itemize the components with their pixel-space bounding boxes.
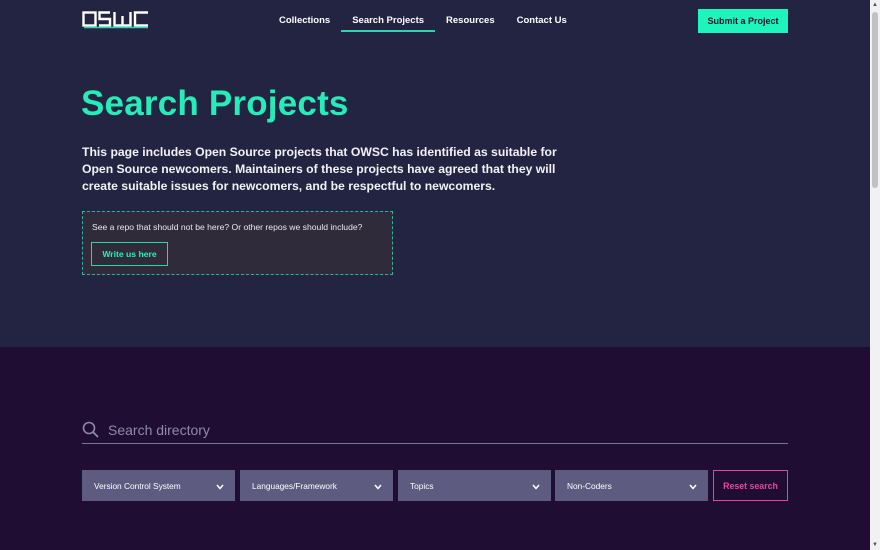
chevron-down-icon	[374, 482, 382, 492]
main-nav: Collections Search Projects Resources Co…	[268, 0, 578, 34]
scroll-up-arrow-icon[interactable]: ▲	[870, 0, 880, 10]
filter-label: Version Control System	[94, 481, 181, 491]
search-icon	[82, 421, 99, 443]
logo[interactable]	[82, 11, 150, 34]
submit-project-button[interactable]: Submit a Project	[698, 9, 788, 33]
filter-label: Languages/Framework	[252, 481, 337, 491]
chevron-down-icon	[689, 482, 697, 492]
nav-search-projects[interactable]: Search Projects	[341, 0, 436, 32]
page-scrollbar[interactable]: ▲ ▼	[870, 0, 880, 550]
page-title: Search Projects	[81, 84, 349, 123]
nav-contact-us[interactable]: Contact Us	[506, 0, 578, 32]
filter-topics[interactable]: Topics	[398, 470, 551, 501]
nav-collections[interactable]: Collections	[268, 0, 341, 32]
chevron-down-icon	[532, 482, 540, 492]
nav-resources[interactable]: Resources	[435, 0, 506, 32]
scroll-down-arrow-icon[interactable]: ▼	[870, 540, 880, 550]
filter-label: Non-Coders	[567, 481, 612, 491]
search-section	[0, 347, 870, 550]
intro-text: This page includes Open Source projects …	[82, 145, 557, 193]
search-input[interactable]	[108, 420, 768, 440]
filter-label: Topics	[410, 481, 434, 491]
suggest-repo-box: See a repo that should not be here? Or o…	[82, 211, 393, 275]
filter-version-control[interactable]: Version Control System	[82, 470, 235, 501]
scrollbar-thumb[interactable]	[872, 12, 878, 188]
reset-search-button[interactable]: Reset search	[713, 470, 788, 501]
filter-languages[interactable]: Languages/Framework	[240, 470, 393, 501]
chevron-down-icon	[216, 482, 224, 492]
filter-non-coders[interactable]: Non-Coders	[555, 470, 708, 501]
suggest-repo-text: See a repo that should not be here? Or o…	[92, 222, 363, 232]
logo-icon	[82, 11, 148, 29]
search-bar	[82, 414, 788, 444]
write-us-button[interactable]: Write us here	[91, 242, 168, 266]
